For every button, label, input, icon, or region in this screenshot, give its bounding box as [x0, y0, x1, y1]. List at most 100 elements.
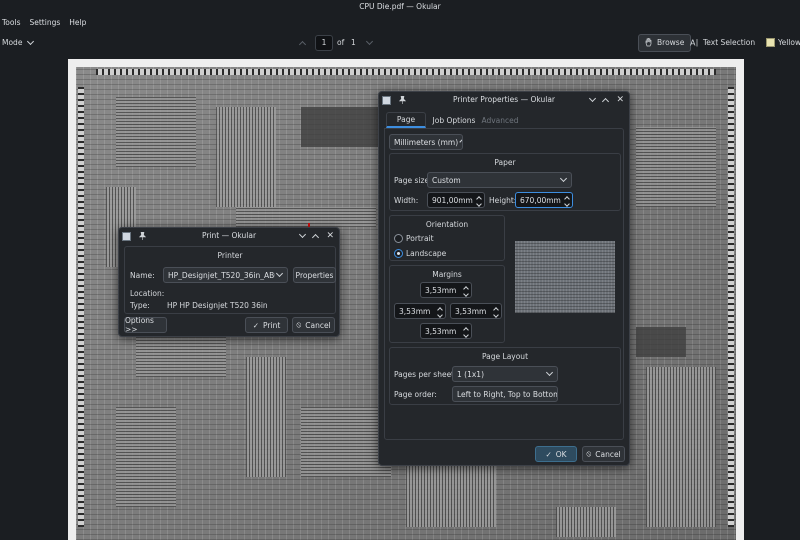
tab-advanced: Advanced: [480, 112, 520, 128]
printer-name-combo[interactable]: HP_Designjet_T520_36in_AB0667: [163, 267, 288, 283]
text-selection-tool-button[interactable]: A Text Selection: [690, 30, 755, 55]
mode-label: Mode: [2, 38, 23, 47]
print-button[interactable]: ✓ Print: [245, 317, 288, 333]
cancel-icon: ⦸: [586, 449, 592, 458]
margin-bottom-spinbox[interactable]: 3,53mm: [420, 323, 472, 339]
options-button[interactable]: Options >>: [124, 316, 167, 334]
unit-combo[interactable]: Millimeters (mm): [389, 134, 463, 150]
margin-top-spinbox[interactable]: 3,53mm: [420, 282, 472, 298]
printer-name-value: HP_Designjet_T520_36in_AB0667: [168, 270, 275, 280]
width-value: 901,00mm: [432, 195, 473, 205]
height-label: Height:: [489, 196, 517, 205]
margins-group: Margins 3,53mm 3,53mm 3,53mm 3,53mm: [389, 265, 505, 343]
browse-tool-button[interactable]: Browse: [638, 33, 692, 52]
page-total: 1: [351, 38, 356, 47]
ok-button[interactable]: ✓ OK: [535, 446, 577, 462]
ok-label: OK: [555, 449, 567, 459]
portrait-label: Portrait: [406, 234, 434, 243]
menu-help[interactable]: Help: [69, 18, 86, 27]
printer-properties-dialog: Printer Properties — Okular ✕ Page Job O…: [378, 91, 630, 466]
highlighter-tool-button[interactable]: Yellow: [766, 30, 800, 55]
pages-per-sheet-combo[interactable]: 1 (1x1): [452, 366, 558, 382]
highlighter-icon: [766, 38, 775, 47]
spin-arrows-icon[interactable]: [437, 306, 443, 318]
location-label: Location:: [130, 289, 165, 298]
chevron-down-icon: [459, 138, 462, 143]
print-cancel-button[interactable]: ⦸ Cancel: [292, 317, 335, 333]
tab-job-options[interactable]: Job Options: [428, 112, 480, 128]
page-number-input[interactable]: 1: [315, 34, 333, 51]
orientation-group-title: Orientation: [425, 220, 469, 229]
cancel-label: Cancel: [305, 320, 331, 330]
tab-page[interactable]: Page: [386, 112, 426, 128]
close-icon[interactable]: ✕: [616, 95, 624, 105]
mode-dropdown[interactable]: Mode: [2, 30, 35, 55]
svg-text:A: A: [690, 39, 696, 48]
print-dialog: Print — Okular ✕ Printer Name: HP_Design…: [118, 227, 340, 337]
width-spinbox[interactable]: 901,00mm: [427, 192, 485, 208]
orientation-group: Orientation Portrait Landscape: [389, 215, 505, 261]
printer-group: Printer Name: HP_Designjet_T520_36in_AB0…: [124, 246, 336, 314]
menu-settings[interactable]: Settings: [29, 18, 60, 27]
maximize-icon[interactable]: [602, 97, 610, 106]
page-size-label: Page size:: [394, 176, 432, 185]
page-size-value: Custom: [432, 175, 461, 185]
page-preview: [515, 241, 615, 313]
page-size-combo[interactable]: Custom: [427, 172, 572, 188]
properties-button[interactable]: Properties: [293, 267, 336, 283]
pages-per-sheet-value: 1 (1x1): [457, 369, 484, 379]
page-order-label: Page order:: [394, 390, 437, 399]
text-cursor-icon: A: [690, 39, 698, 48]
text-selection-label: Text Selection: [703, 38, 756, 47]
check-icon: ✓: [545, 449, 552, 459]
page-of-label: of: [337, 38, 345, 47]
margin-right-value: 3,53mm: [455, 306, 487, 316]
properties-cancel-button[interactable]: ⦸ Cancel: [582, 446, 625, 462]
chevron-down-icon: [559, 174, 568, 183]
spin-arrows-icon[interactable]: [463, 326, 469, 338]
type-value: HP HP Designjet T520 36in: [167, 301, 268, 310]
margins-group-title: Margins: [432, 270, 462, 279]
page-tab-panel: Millimeters (mm) Paper Page size: Custom…: [384, 128, 624, 440]
portrait-radio[interactable]: [394, 234, 403, 243]
menubar: Tools Settings Help: [0, 14, 800, 30]
check-icon: ✓: [252, 320, 260, 330]
print-label: Print: [263, 320, 281, 330]
page-layout-group-title: Page Layout: [481, 352, 529, 361]
browse-label: Browse: [657, 38, 685, 47]
margin-left-spinbox[interactable]: 3,53mm: [394, 303, 446, 319]
paper-group: Paper Page size: Custom Width: 901,00mm …: [389, 153, 621, 211]
window-title: CPU Die.pdf — Okular: [0, 0, 800, 14]
margin-bottom-value: 3,53mm: [425, 326, 457, 336]
close-icon[interactable]: ✕: [326, 231, 334, 241]
spin-arrows-icon[interactable]: [463, 285, 469, 297]
menu-tools[interactable]: Tools: [2, 18, 20, 27]
options-label: Options >>: [125, 316, 154, 334]
height-spinbox[interactable]: 670,00mm: [515, 192, 573, 208]
tab-advanced-label: Advanced: [481, 115, 519, 125]
chevron-up-icon: [298, 40, 307, 48]
yellow-label: Yellow: [778, 38, 800, 47]
minimize-icon[interactable]: [299, 230, 307, 239]
cancel-label: Cancel: [595, 449, 621, 459]
margin-right-spinbox[interactable]: 3,53mm: [450, 303, 502, 319]
next-page-button[interactable]: [365, 30, 374, 55]
toolbar: Mode 1 of 1 Browse A Text Selection Yell…: [0, 30, 800, 55]
maximize-icon[interactable]: [312, 233, 320, 242]
landscape-radio[interactable]: [394, 249, 403, 258]
minimize-icon[interactable]: [589, 94, 597, 103]
previous-page-button[interactable]: [298, 30, 307, 55]
margin-left-value: 3,53mm: [399, 306, 431, 316]
chevron-down-icon: [365, 37, 374, 45]
spin-arrows-icon[interactable]: [476, 195, 482, 207]
tab-job-options-label: Job Options: [432, 115, 476, 125]
spin-arrows-icon[interactable]: [564, 195, 570, 207]
chevron-down-icon: [27, 37, 35, 45]
properties-label: Properties: [295, 270, 334, 280]
page-order-combo[interactable]: Left to Right, Top to Bottom: [452, 386, 558, 402]
spin-arrows-icon[interactable]: [493, 306, 499, 318]
name-label: Name:: [130, 271, 155, 280]
unit-value: Millimeters (mm): [394, 137, 459, 147]
page-order-value: Left to Right, Top to Bottom: [457, 389, 558, 399]
tab-bar: Page Job Options Advanced: [384, 112, 624, 128]
